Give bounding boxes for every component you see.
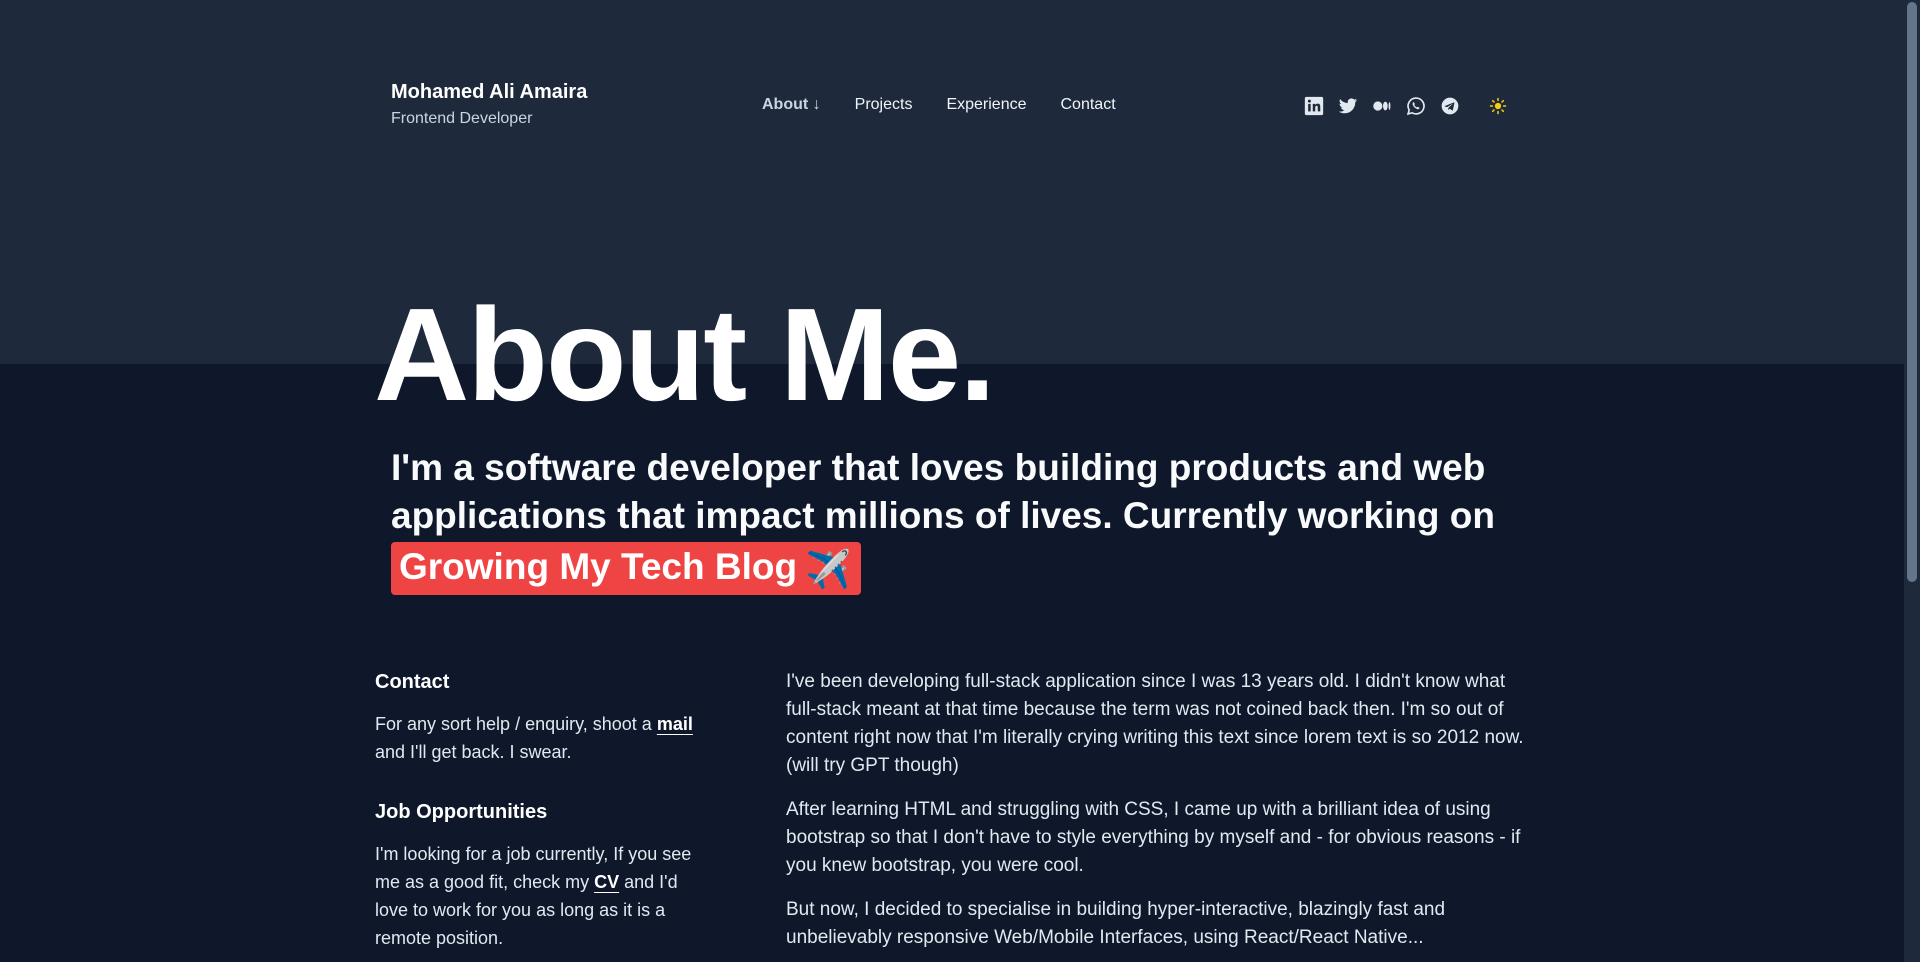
current-project-highlight[interactable]: Growing My Tech Blog ✈️ [391, 542, 862, 595]
brand-role: Frontend Developer [391, 110, 533, 127]
jobs-text: I'm looking for a job currently, If you … [375, 840, 705, 952]
contact-text-after: and I'll get back. I swear. [375, 742, 572, 762]
medium-icon[interactable] [1371, 95, 1393, 117]
page-scrollbar[interactable] [1904, 0, 1920, 962]
whatsapp-icon[interactable] [1405, 95, 1427, 117]
hero-tagline: I'm a software developer that loves buil… [391, 444, 1521, 595]
theme-toggle-sun-icon[interactable] [1487, 95, 1509, 117]
about-paragraph: After learning HTML and struggling with … [786, 799, 1521, 876]
tagline-text: I'm a software developer that loves buil… [391, 447, 1496, 536]
linkedin-icon[interactable] [1303, 95, 1325, 117]
highlight-text: Growing My Tech Blog [399, 546, 798, 587]
nav-about[interactable]: About ↓ [762, 96, 821, 114]
mail-link[interactable]: mail [657, 714, 693, 734]
contact-text: For any sort help / enquiry, shoot a mai… [375, 710, 705, 766]
main-nav: About ↓ Projects Experience Contact [762, 96, 1116, 114]
nav-experience[interactable]: Experience [946, 96, 1026, 114]
airplane-icon: ✈️ [805, 549, 852, 590]
twitter-icon[interactable] [1337, 95, 1359, 117]
telegram-icon[interactable] [1439, 95, 1461, 117]
page: Mohamed Ali Amaira Frontend Developer Ab… [0, 0, 1904, 962]
cv-link[interactable]: CV [594, 872, 619, 892]
about-content: I've been developing full-stack applicat… [786, 668, 1526, 962]
contact-heading: Contact [375, 671, 450, 693]
about-paragraph: I've been developing full-stack applicat… [786, 671, 1524, 776]
nav-projects[interactable]: Projects [855, 96, 913, 114]
jobs-heading: Job Opportunities [375, 801, 548, 823]
site-header: Mohamed Ali Amaira Frontend Developer Ab… [0, 0, 1904, 170]
page-title: About Me. [374, 281, 996, 428]
scrollbar-thumb[interactable] [1907, 2, 1917, 582]
nav-contact[interactable]: Contact [1061, 96, 1116, 114]
sidebar-info: Contact For any sort help / enquiry, sho… [375, 668, 705, 962]
brand-name[interactable]: Mohamed Ali Amaira [391, 81, 587, 104]
about-paragraph: But now, I decided to specialise in buil… [786, 899, 1446, 948]
contact-text-before: For any sort help / enquiry, shoot a [375, 714, 652, 734]
social-links [1303, 95, 1509, 117]
